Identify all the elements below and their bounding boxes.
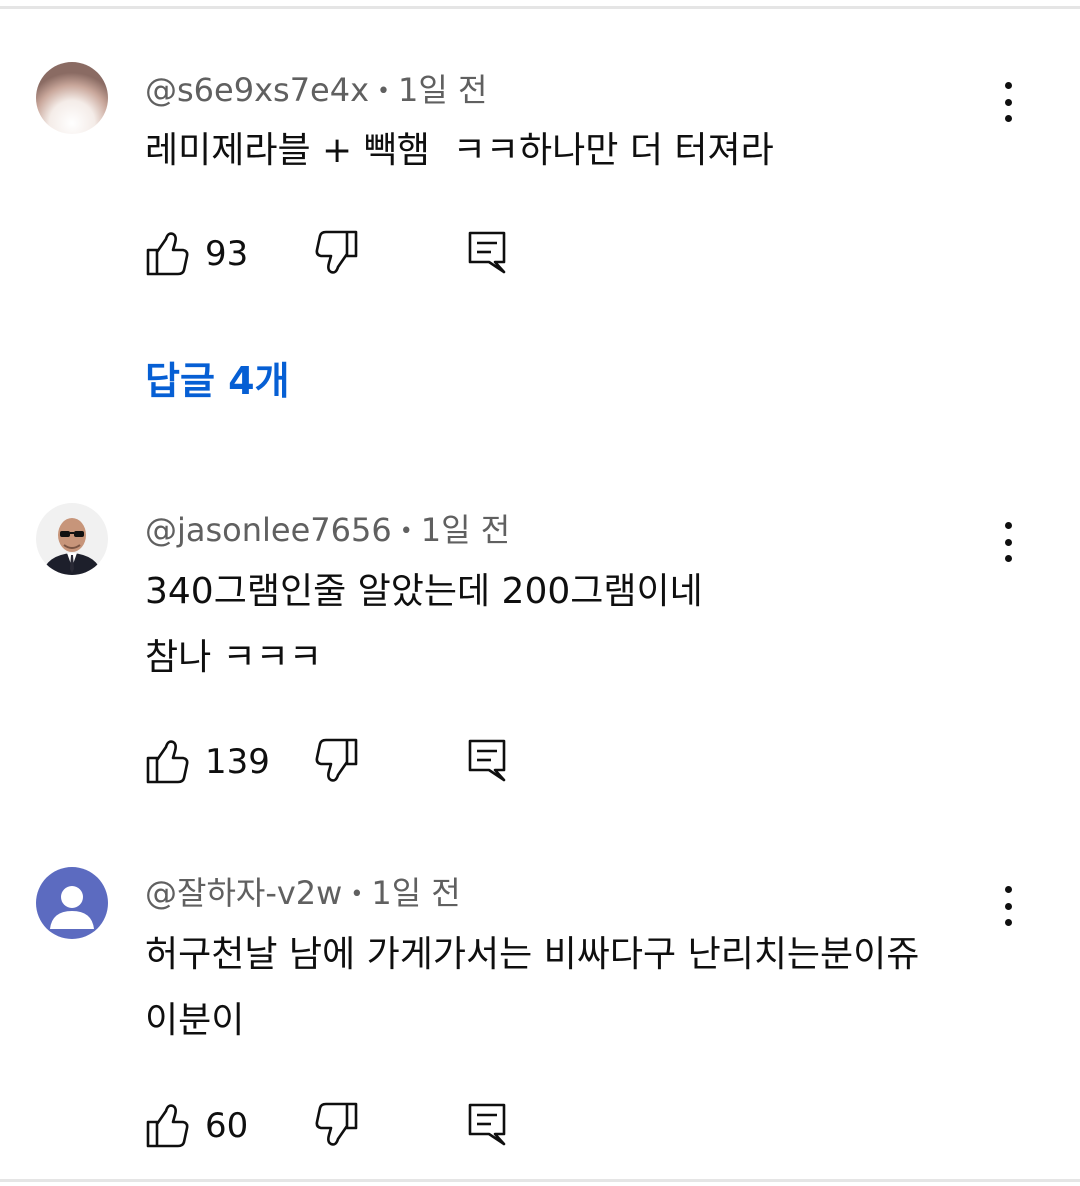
like-count: 60 <box>205 1106 249 1146</box>
thumbs-down-icon[interactable] <box>315 738 359 784</box>
comment-actions: 139 <box>145 738 565 788</box>
view-replies-link[interactable]: 답글 4개 <box>145 356 290 406</box>
comment-text: 340그램인줄 알았는데 200그램이네 참나 ㅋㅋㅋ <box>145 571 703 678</box>
reply-icon[interactable] <box>467 738 507 784</box>
comment-text: 레미제라블 + 빽햄 ㅋㅋ하나만 더 터져라 <box>145 130 774 171</box>
thumbs-down-icon[interactable] <box>315 1102 359 1148</box>
meta-separator: • <box>377 79 391 104</box>
thumbs-down-icon[interactable] <box>315 230 359 276</box>
comment-time: 1일 전 <box>371 874 461 912</box>
comment-time: 1일 전 <box>398 71 488 109</box>
reply-icon[interactable] <box>467 230 507 276</box>
comment-author[interactable]: @s6e9xs7e4x <box>145 71 369 109</box>
comment-author[interactable]: @잘하자-v2w <box>145 874 342 912</box>
comment-time: 1일 전 <box>420 511 511 549</box>
dot-icon <box>1004 522 1012 529</box>
dot-icon <box>1004 82 1012 89</box>
blurred-photo-avatar-icon <box>36 62 108 134</box>
dot-icon <box>1004 98 1012 106</box>
meta-separator: • <box>350 882 364 907</box>
dot-icon <box>1004 902 1012 910</box>
comment-meta: @잘하자-v2w • 1일 전 <box>145 873 461 915</box>
bottom-divider <box>0 1179 1080 1182</box>
avatar[interactable] <box>36 62 108 134</box>
comment-meta: @jasonlee7656 • 1일 전 <box>145 510 510 552</box>
dot-icon <box>1004 538 1012 546</box>
man-in-suit-avatar-icon <box>36 503 108 575</box>
top-divider <box>0 6 1080 9</box>
comment-actions: 93 <box>145 230 565 280</box>
default-person-avatar-icon <box>36 867 108 939</box>
like-count: 139 <box>205 742 270 782</box>
thumbs-up-icon[interactable] <box>145 1102 189 1148</box>
comment-meta: @s6e9xs7e4x • 1일 전 <box>145 70 487 112</box>
thumbs-up-icon[interactable] <box>145 738 189 784</box>
like-count: 93 <box>205 234 249 274</box>
meta-separator: • <box>399 519 413 544</box>
comment-text: 허구천날 남에 가게가서는 비싸다구 난리치는분이쥬 이분이 <box>145 934 920 1041</box>
thumbs-up-icon[interactable] <box>145 230 189 276</box>
reply-icon[interactable] <box>467 1102 507 1148</box>
dot-icon <box>1004 886 1012 893</box>
avatar[interactable] <box>36 867 108 939</box>
avatar[interactable] <box>36 503 108 575</box>
comment-author[interactable]: @jasonlee7656 <box>145 511 392 549</box>
comment-actions: 60 <box>145 1102 565 1152</box>
